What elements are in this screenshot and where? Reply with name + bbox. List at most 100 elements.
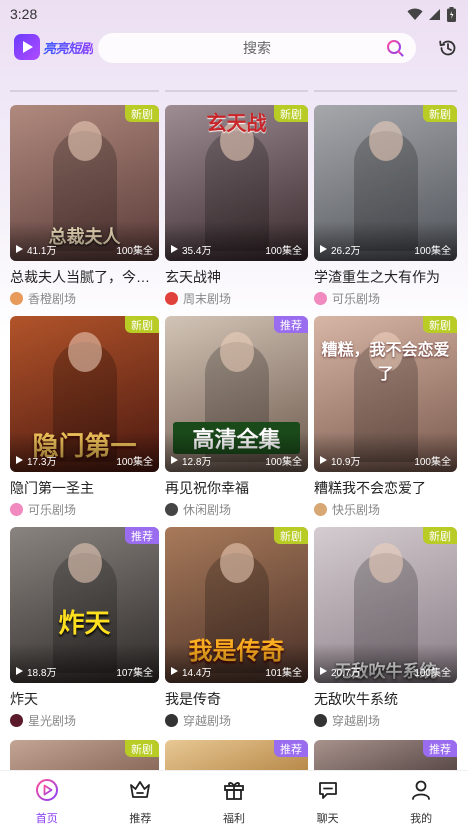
- poster-meta: 41.1万 100集全: [10, 242, 159, 257]
- drama-poster[interactable]: 推荐: [165, 740, 308, 770]
- drama-card[interactable]: 糟糕，我不会恋爱了 新剧 10.9万 100集全 糟糕我不会恋爱了 快乐剧场: [314, 316, 457, 527]
- tab-gift[interactable]: 福利: [204, 778, 264, 826]
- app-logo[interactable]: 亮亮短剧: [14, 34, 94, 60]
- episode-count: 100集全: [414, 667, 451, 679]
- play-icon: [171, 456, 178, 464]
- drama-source[interactable]: 星光剧场: [10, 712, 159, 728]
- drama-card[interactable]: 高清全集推荐12.8万100集全再见祝你幸福休闲剧场: [165, 316, 308, 527]
- poster-meta: 17.3万 100集全: [10, 453, 159, 468]
- source-name: 穿越剧场: [183, 713, 232, 728]
- drama-card[interactable]: 总裁夫人新剧41.1万100集全总裁夫人当腻了，今天离婚了香橙剧场: [10, 105, 159, 316]
- poster-meta: 35.4万 100集全: [165, 242, 308, 257]
- view-count-text: 12.8万: [182, 456, 212, 468]
- drama-title[interactable]: 无敌吹牛系统: [314, 689, 457, 709]
- drama-poster[interactable]: 我是传奇新剧14.4万101集全: [165, 527, 308, 683]
- tab-home-play[interactable]: 首页: [17, 778, 77, 826]
- logo-play-icon: [14, 34, 40, 60]
- view-count-text: 10.9万: [331, 456, 361, 468]
- poster-meta: 20.7万 100集全: [314, 664, 457, 679]
- drama-poster[interactable]: 新剧: [10, 740, 159, 770]
- play-icon: [16, 456, 23, 464]
- drama-poster[interactable]: 隐门第一新剧17.3万100集全: [10, 316, 159, 472]
- drama-card[interactable]: 新剧: [10, 740, 159, 770]
- drama-source[interactable]: 香橙剧场: [10, 290, 159, 306]
- drama-title[interactable]: 隐门第一圣主: [10, 478, 159, 498]
- source-avatar: [314, 502, 327, 516]
- tab-user[interactable]: 我的: [391, 778, 451, 826]
- source-name: 周末剧场: [183, 291, 232, 306]
- play-icon: [171, 245, 178, 253]
- poster-meta: 12.8万 100集全: [165, 453, 308, 468]
- recommend-badge: 推荐: [423, 740, 457, 757]
- drama-title[interactable]: 再见祝你幸福: [165, 478, 308, 498]
- drama-card[interactable]: 无敌吹牛系统新剧20.7万100集全无敌吹牛系统穿越剧场: [314, 527, 457, 738]
- drama-poster[interactable]: 糟糕，我不会恋爱了 新剧 10.9万 100集全: [314, 316, 457, 472]
- history-icon[interactable]: [438, 38, 458, 58]
- drama-source[interactable]: 快乐剧场: [314, 501, 457, 517]
- poster-meta: 14.4万 101集全: [165, 664, 308, 679]
- play-icon: [16, 667, 23, 675]
- source-avatar: [10, 713, 23, 727]
- drama-poster[interactable]: 新剧 26.2万 100集全: [314, 105, 457, 261]
- view-count-text: 17.3万: [27, 456, 57, 468]
- tab-chat[interactable]: 聊天: [298, 778, 358, 826]
- drama-title[interactable]: 炸天: [10, 689, 159, 709]
- episode-count: 100集全: [414, 245, 451, 257]
- search-icon[interactable]: [386, 39, 404, 57]
- recommend-badge: 推荐: [274, 740, 308, 757]
- episode-count: 100集全: [265, 245, 302, 257]
- wifi-icon: [407, 8, 423, 20]
- view-count-text: 18.8万: [27, 667, 57, 679]
- drama-title[interactable]: 玄天战神: [165, 267, 308, 287]
- drama-grid-next-row: 新剧 推荐 推荐: [10, 740, 458, 770]
- status-bar: 3:28: [0, 0, 468, 28]
- tab-label: 聊天: [316, 812, 339, 825]
- drama-card[interactable]: 玄天战 新剧 35.4万 100集全玄天战神周末剧场: [165, 105, 308, 316]
- source-name: 可乐剧场: [332, 291, 381, 306]
- signal-icon: [429, 8, 440, 20]
- drama-title[interactable]: 学渣重生之大有作为: [314, 267, 457, 287]
- tab-crown[interactable]: 推荐: [110, 778, 170, 826]
- drama-card[interactable]: 推荐: [165, 740, 308, 770]
- new-badge: 新剧: [423, 316, 457, 333]
- search-input[interactable]: 搜索: [98, 33, 416, 63]
- episode-count: 100集全: [265, 456, 302, 468]
- source-name: 可乐剧场: [28, 502, 77, 517]
- episode-count: 101集全: [265, 667, 302, 679]
- poster-figure-head: [368, 121, 403, 161]
- drama-poster[interactable]: 推荐: [314, 740, 457, 770]
- drama-title[interactable]: 总裁夫人当腻了，今天离婚了: [10, 267, 159, 287]
- view-count: 18.8万: [16, 664, 56, 679]
- new-badge: 新剧: [125, 740, 159, 757]
- user-icon: [409, 778, 433, 807]
- source-name: 穿越剧场: [332, 713, 381, 728]
- episode-count: 100集全: [414, 456, 451, 468]
- drama-source[interactable]: 休闲剧场: [165, 501, 308, 517]
- drama-poster[interactable]: 高清全集推荐12.8万100集全: [165, 316, 308, 472]
- drama-card[interactable]: 隐门第一新剧17.3万100集全隐门第一圣主可乐剧场: [10, 316, 159, 527]
- tab-label: 我的: [410, 812, 433, 825]
- drama-title[interactable]: 糟糕我不会恋爱了: [314, 478, 457, 498]
- episode-count: 100集全: [116, 456, 153, 468]
- drama-poster[interactable]: 玄天战 新剧 35.4万 100集全: [165, 105, 308, 261]
- drama-source[interactable]: 穿越剧场: [314, 712, 457, 728]
- new-badge: 新剧: [423, 105, 457, 122]
- source-name: 星光剧场: [28, 713, 77, 728]
- poster-figure-head: [67, 543, 102, 583]
- play-icon: [320, 456, 327, 464]
- drama-source[interactable]: 可乐剧场: [314, 290, 457, 306]
- logo-text: 亮亮短剧: [43, 38, 94, 57]
- source-avatar: [165, 291, 178, 305]
- drama-title[interactable]: 我是传奇: [165, 689, 308, 709]
- drama-poster[interactable]: 炸天 推荐 18.8万 107集全: [10, 527, 159, 683]
- drama-poster[interactable]: 总裁夫人新剧41.1万100集全: [10, 105, 159, 261]
- drama-card[interactable]: 新剧 26.2万 100集全学渣重生之大有作为可乐剧场: [314, 105, 457, 316]
- drama-card[interactable]: 我是传奇新剧14.4万101集全我是传奇穿越剧场: [165, 527, 308, 738]
- chat-icon: [316, 778, 340, 807]
- drama-source[interactable]: 穿越剧场: [165, 712, 308, 728]
- drama-source[interactable]: 周末剧场: [165, 290, 308, 306]
- drama-poster[interactable]: 无敌吹牛系统新剧20.7万100集全: [314, 527, 457, 683]
- drama-source[interactable]: 可乐剧场: [10, 501, 159, 517]
- drama-card[interactable]: 推荐: [314, 740, 457, 770]
- drama-card[interactable]: 炸天 推荐 18.8万 107集全炸天星光剧场: [10, 527, 159, 738]
